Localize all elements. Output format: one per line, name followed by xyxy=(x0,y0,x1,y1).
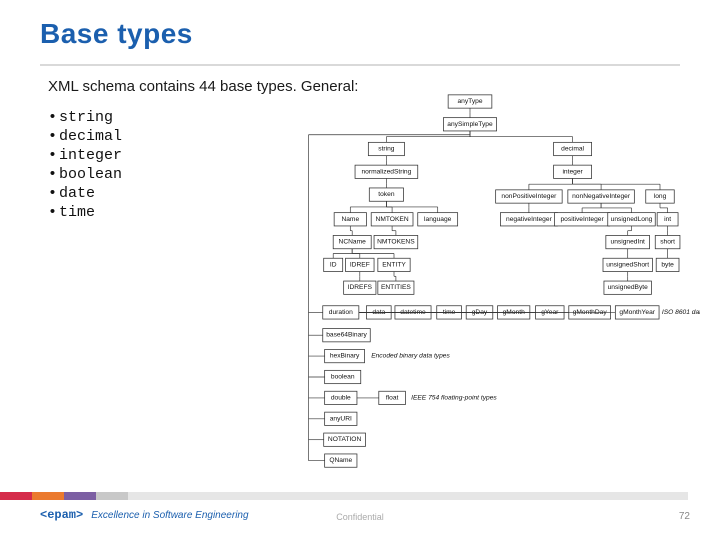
svg-text:unsignedShort: unsignedShort xyxy=(606,261,649,268)
svg-text:NOTATION: NOTATION xyxy=(328,436,362,443)
svg-text:positiveInteger: positiveInteger xyxy=(560,216,604,223)
footer-accent-bar xyxy=(0,492,688,500)
page-number: 72 xyxy=(679,511,690,522)
svg-text:int: int xyxy=(664,216,671,223)
svg-text:double: double xyxy=(331,394,351,401)
svg-text:IDREFS: IDREFS xyxy=(348,284,373,291)
svg-text:gMonthYear: gMonthYear xyxy=(619,309,655,316)
svg-text:anySimpleType: anySimpleType xyxy=(447,121,493,128)
slide-title-area: Base types xyxy=(0,0,720,58)
svg-text:duration: duration xyxy=(329,309,353,316)
svg-text:ENTITY: ENTITY xyxy=(382,261,406,268)
svg-text:anyURI: anyURI xyxy=(330,415,352,422)
svg-text:float: float xyxy=(386,394,399,401)
svg-text:IDREF: IDREF xyxy=(350,261,370,268)
svg-text:short: short xyxy=(660,239,675,246)
svg-text:long: long xyxy=(654,193,667,200)
logo: <epam> xyxy=(40,508,83,522)
svg-text:ENTITIES: ENTITIES xyxy=(381,284,411,291)
svg-text:unsignedByte: unsignedByte xyxy=(608,284,649,291)
svg-text:token: token xyxy=(378,191,395,198)
svg-text:normalizedString: normalizedString xyxy=(361,168,411,175)
svg-text:NCName: NCName xyxy=(339,239,367,246)
svg-text:integer: integer xyxy=(562,168,583,175)
svg-text:NMTOKENS: NMTOKENS xyxy=(377,239,415,246)
svg-text:hexBinary: hexBinary xyxy=(330,353,360,360)
svg-text:decimal: decimal xyxy=(561,146,584,153)
svg-text:Name: Name xyxy=(341,216,359,223)
svg-text:unsignedLong: unsignedLong xyxy=(611,216,653,223)
svg-text:negativeInteger: negativeInteger xyxy=(506,216,553,223)
svg-text:nonNegativeInteger: nonNegativeInteger xyxy=(572,193,631,200)
svg-text:IEEE 754 floating-point types: IEEE 754 floating-point types xyxy=(411,394,497,401)
svg-text:base64Binary: base64Binary xyxy=(326,332,367,339)
svg-text:string: string xyxy=(378,146,395,153)
slide-title: Base types xyxy=(40,18,720,50)
svg-text:byte: byte xyxy=(661,261,674,268)
svg-text:Encoded binary data types: Encoded binary data types xyxy=(371,353,450,360)
tagline: Excellence in Software Engineering xyxy=(91,510,248,521)
svg-text:ID: ID xyxy=(330,261,337,268)
svg-text:unsignedInt: unsignedInt xyxy=(611,239,645,246)
svg-text:ISO 8601 date and time types: ISO 8601 date and time types xyxy=(662,309,700,316)
svg-text:nonPositiveInteger: nonPositiveInteger xyxy=(501,193,557,200)
confidential-label: Confidential xyxy=(336,512,384,522)
svg-text:language: language xyxy=(424,216,452,223)
svg-text:QName: QName xyxy=(329,457,352,464)
svg-text:NMTOKEN: NMTOKEN xyxy=(376,216,409,223)
svg-text:boolean: boolean xyxy=(331,374,355,381)
type-hierarchy-diagram: anyType anySimpleType string decimal normali… xyxy=(280,92,700,472)
svg-text:anyType: anyType xyxy=(457,98,482,105)
title-underline xyxy=(40,64,680,66)
